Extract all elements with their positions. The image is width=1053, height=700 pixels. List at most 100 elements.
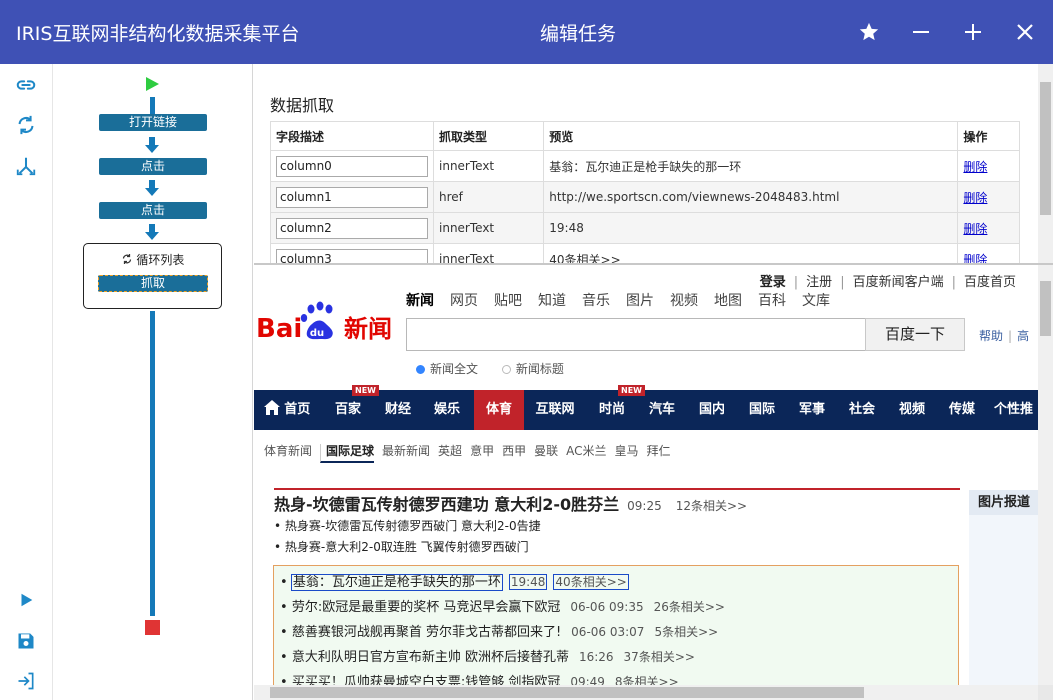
news-related[interactable]: 26条相关>> (654, 600, 725, 614)
nav-video[interactable]: 视频 (892, 390, 932, 430)
nav-sports[interactable]: 体育 (474, 390, 524, 430)
radio-title-label[interactable]: 新闻标题 (516, 362, 564, 376)
subnav-latest[interactable]: 最新新闻 (382, 444, 430, 458)
radio-fulltext-label[interactable]: 新闻全文 (430, 362, 478, 376)
baidu-news-logo[interactable]: du Bai 新闻 (256, 299, 396, 349)
headline-sub-item[interactable]: • 热身赛-意大利2-0取连胜 飞翼传射德罗西破门 (274, 538, 529, 555)
branch-icon[interactable] (12, 152, 40, 180)
tab-web[interactable]: 网页 (450, 293, 478, 309)
nav-fashion[interactable]: 时尚 NEW (592, 385, 645, 430)
delete-link[interactable]: 删除 (963, 160, 987, 174)
subnav-real-madrid[interactable]: 皇马 (615, 444, 639, 458)
news-title[interactable]: 意大利队明日官方宣布新主帅 欧洲杯后接替孔蒂 (292, 650, 569, 665)
news-related[interactable]: 37条相关>> (624, 650, 695, 664)
radio-fulltext[interactable] (416, 365, 425, 374)
news-title[interactable]: 基翁：瓦尔迪正是枪手缺失的那一环 (290, 574, 503, 591)
register-link[interactable]: 注册 (806, 275, 832, 290)
help-link[interactable]: 帮助 (979, 329, 1003, 343)
flow-node-open-link[interactable]: 打开链接 (99, 114, 207, 131)
minimize-icon[interactable] (903, 14, 939, 50)
subnav-epl[interactable]: 英超 (438, 444, 462, 458)
start-icon[interactable] (144, 76, 160, 95)
list-item[interactable]: • 意大利队明日官方宣布新主帅 欧洲杯后接替孔蒂 16:26 37条相关>> (280, 646, 695, 665)
subnav-serie-a[interactable]: 意甲 (470, 444, 494, 458)
list-item[interactable]: • 劳尔:欧冠是最重要的奖杯 马竞迟早会赢下欧冠 06-06 09:35 26条相关… (280, 596, 725, 615)
news-title[interactable]: 买买买！瓜帅获曼城空白支票:钱管够 剑指欧冠 (292, 675, 561, 685)
headline-title[interactable]: 热身-坎德雷瓦传射德罗西建功 意大利2-0胜芬兰 (274, 495, 619, 514)
field-name-input[interactable] (276, 155, 428, 177)
tab-zhidao[interactable]: 知道 (538, 293, 566, 309)
radio-title[interactable] (501, 365, 511, 374)
flow-node-extract[interactable]: 抓取 (98, 275, 208, 292)
list-item[interactable]: • 慈善赛银河战舰再聚首 劳尔菲戈古蒂都回来了! 06-06 03:07 5条相关>… (280, 621, 718, 640)
headline-related[interactable]: 12条相关>> (676, 499, 747, 513)
tab-baike[interactable]: 百科 (758, 293, 786, 309)
subnav-ac-milan[interactable]: AC米兰 (566, 444, 606, 458)
data-panel-scrollbar[interactable] (1038, 64, 1053, 263)
nav-home[interactable]: 首页 (260, 390, 314, 430)
tab-news[interactable]: 新闻 (406, 293, 434, 309)
close-icon[interactable] (1007, 14, 1043, 50)
news-related[interactable]: 8条相关>> (615, 675, 679, 685)
tab-video[interactable]: 视频 (670, 293, 698, 309)
tab-wenku[interactable]: 文库 (802, 293, 830, 309)
tab-map[interactable]: 地图 (714, 293, 742, 309)
field-name-input[interactable] (276, 186, 428, 208)
star-icon[interactable] (851, 14, 887, 50)
nav-international[interactable]: 国际 (742, 390, 782, 430)
subnav-la-liga[interactable]: 西甲 (502, 444, 526, 458)
tab-tieba[interactable]: 贴吧 (494, 293, 522, 309)
subnav-sports-news[interactable]: 体育新闻 (264, 444, 312, 458)
nav-entertainment[interactable]: 娱乐 (427, 390, 467, 430)
loop-icon[interactable] (12, 111, 40, 139)
run-icon[interactable] (12, 586, 40, 614)
nav-society[interactable]: 社会 (842, 390, 882, 430)
end-icon[interactable] (145, 620, 160, 635)
scrollbar-thumb[interactable] (1040, 82, 1051, 215)
delete-link[interactable]: 删除 (963, 191, 987, 205)
news-title[interactable]: 慈善赛银河战舰再聚首 劳尔菲戈古蒂都回来了! (292, 625, 561, 640)
loop-block[interactable]: 循环列表 抓取 (83, 243, 222, 309)
scrollbar-thumb[interactable] (1040, 281, 1051, 336)
news-title[interactable]: 劳尔:欧冠是最重要的奖杯 马竞迟早会赢下欧冠 (292, 600, 561, 615)
scrollbar-thumb[interactable] (270, 687, 864, 698)
tab-images[interactable]: 图片 (626, 293, 654, 309)
subnav-intl-football[interactable]: 国际足球 (320, 444, 375, 463)
list-item[interactable]: • 基翁：瓦尔迪正是枪手缺失的那一环 19:48 40条相关>> (280, 571, 629, 591)
maximize-icon[interactable] (955, 14, 991, 50)
subnav-man-utd[interactable]: 曼联 (534, 444, 558, 458)
nav-auto[interactable]: 汽车 (642, 390, 682, 430)
headline-sub-item[interactable]: • 热身赛-坎德雷瓦传射德罗西破门 意大利2-0告捷 (274, 517, 541, 534)
link-icon[interactable] (12, 71, 40, 99)
nav-finance[interactable]: 财经 (378, 390, 418, 430)
nav-domestic[interactable]: 国内 (692, 390, 732, 430)
flow-node-click[interactable]: 点击 (99, 202, 207, 219)
exit-icon[interactable] (12, 667, 40, 695)
field-name-input[interactable] (276, 248, 428, 263)
news-related[interactable]: 5条相关>> (654, 625, 718, 639)
flow-connector (150, 97, 155, 114)
login-link[interactable]: 登录 (760, 275, 786, 290)
nav-media[interactable]: 传媒 (942, 390, 982, 430)
list-item[interactable]: • 买买买！瓜帅获曼城空白支票:钱管够 剑指欧冠 09:49 8条相关>> (280, 671, 679, 685)
nav-military[interactable]: 军事 (792, 390, 832, 430)
nav-personalized[interactable]: 个性推 (994, 390, 1038, 430)
tab-music[interactable]: 音乐 (582, 293, 610, 309)
search-button[interactable]: 百度一下 (865, 318, 965, 351)
client-link[interactable]: 百度新闻客户端 (853, 275, 944, 290)
delete-link[interactable]: 删除 (963, 222, 987, 236)
baidu-home-link[interactable]: 百度首页 (964, 275, 1016, 290)
browser-horizontal-scrollbar[interactable] (254, 685, 1038, 700)
nav-baijia[interactable]: 百家 NEW (328, 385, 379, 430)
subnav-bayern[interactable]: 拜仁 (647, 444, 671, 458)
news-related[interactable]: 40条相关>> (553, 574, 629, 590)
save-icon[interactable] (12, 627, 40, 655)
advanced-link[interactable]: 高 (1017, 329, 1029, 343)
embedded-browser: 登录 | 注册 | 百度新闻客户端 | 百度首页 新闻 网页 贴吧 知道 音乐 图片 视频 地图 百科 文库 … (254, 265, 1038, 685)
field-name-input[interactable] (276, 217, 428, 239)
browser-vertical-scrollbar[interactable] (1038, 265, 1053, 685)
flow-node-click[interactable]: 点击 (99, 158, 207, 175)
search-input[interactable] (406, 318, 866, 351)
delete-link[interactable]: 删除 (963, 253, 987, 264)
nav-internet[interactable]: 互联网 (530, 390, 580, 430)
